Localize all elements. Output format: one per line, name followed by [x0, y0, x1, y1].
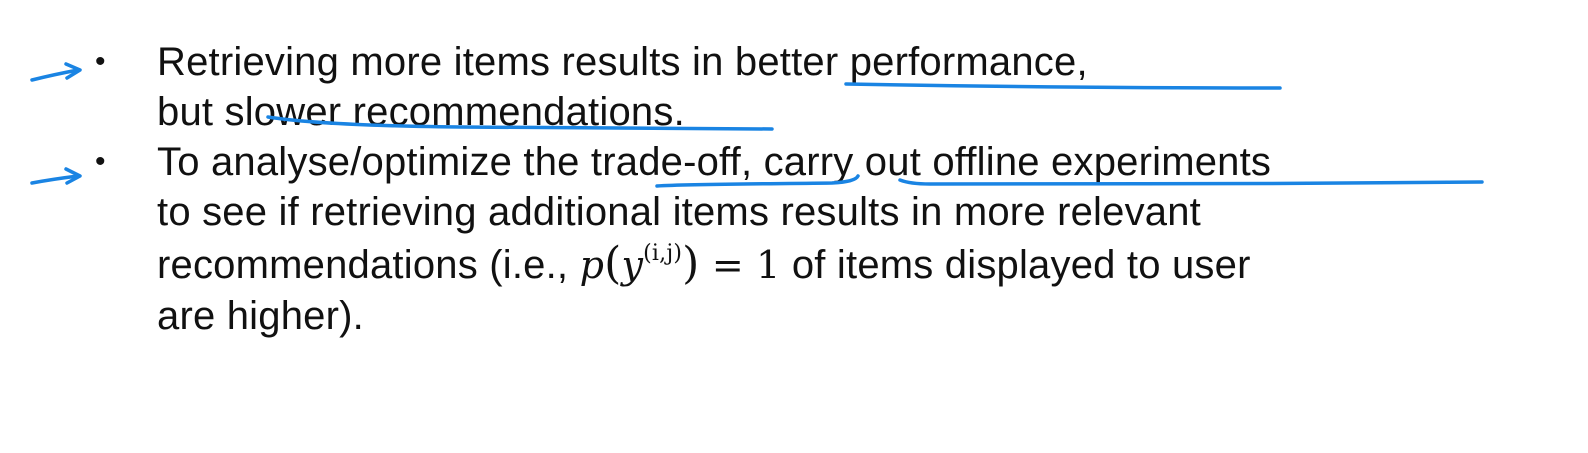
bullet-2-text-b: to see if retrieving additional items re… [157, 190, 1201, 234]
math-rparen: ) [682, 238, 700, 289]
bullet-2-comma: , [740, 140, 764, 184]
bullet-2-text-a: To analyse/optimize the [157, 140, 591, 184]
bullet-2-line-4: are higher). [157, 292, 364, 340]
arrow-icon-1 [30, 68, 80, 82]
bullet-1-text-a: Retrieving more items results in [157, 40, 735, 84]
bullet-1-line-2: but slower recommendations. [157, 88, 685, 136]
bullet-dot-2: • [95, 145, 106, 178]
bullet-1-highlight-slower-recommendations: lower recommendations [244, 90, 674, 134]
arrow-head-icon-1 [64, 62, 82, 80]
bullet-2-line-3: recommendations (i.e., p(y(i,j)) = 1 of … [157, 240, 1251, 289]
bullet-1-line-1: Retrieving more items results in better … [157, 38, 1088, 86]
math-y: y [621, 243, 644, 287]
bullet-1-highlight-better-performance: better performance, [734, 40, 1088, 84]
bullet-2-highlight-offline-experiments: carry out offline experiments [763, 140, 1272, 184]
math-equals: = 1 [699, 243, 781, 287]
math-p: p [579, 243, 605, 287]
bullet-2-line-2: to see if retrieving additional items re… [157, 188, 1201, 236]
bullet-2-text-d: of items displayed to user [780, 243, 1251, 287]
probability-formula: p(y(i,j)) = 1 [579, 240, 781, 288]
bullet-2-text-e: are higher). [157, 294, 364, 338]
math-lparen: ( [604, 238, 622, 289]
arrow-head-icon-2 [64, 167, 82, 185]
slide: • Retrieving more items results in bette… [0, 0, 1588, 453]
bullet-2-line-1: To analyse/optimize the trade-off, carry… [157, 138, 1271, 186]
bullet-1-period: . [673, 90, 685, 134]
bullet-1-text-b: but s [157, 90, 245, 134]
bullet-dot-1: • [95, 45, 106, 78]
arrow-icon-2 [30, 174, 80, 185]
bullet-2-highlight-trade-off: trade-off [590, 140, 741, 184]
math-superscript: (i,j) [643, 241, 683, 266]
bullet-2-text-c: recommendations (i.e., [157, 243, 580, 287]
